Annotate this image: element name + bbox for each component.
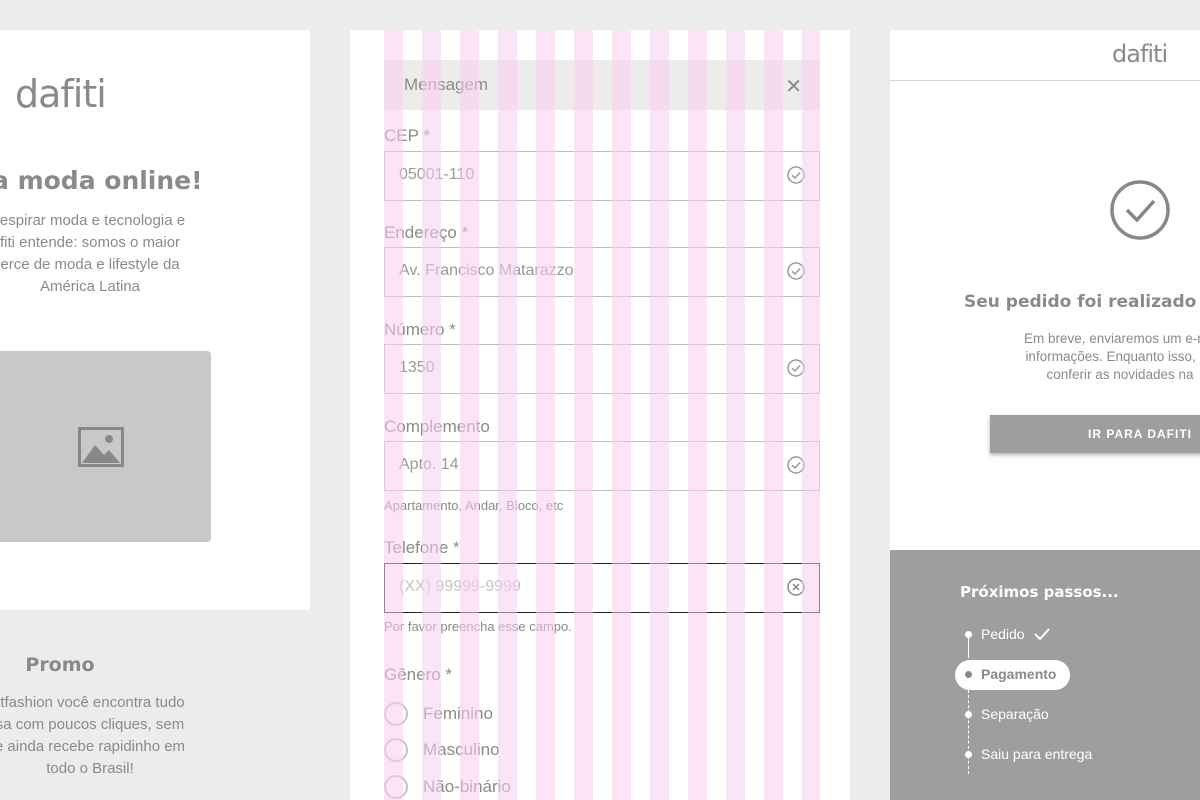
step-separacao: Separação (981, 706, 1049, 722)
complemento-value: Apto. 14 (399, 456, 459, 473)
endereco-value: Av. Francisco Matarazzo (399, 262, 574, 279)
text-line: América Latina (39, 278, 141, 295)
order-confirmation-panel: dafiti Seu pedido foi realizado co Em br… (890, 30, 1200, 800)
cep-value: 05001-110 (399, 166, 475, 183)
headline: a moda online! (0, 166, 203, 195)
step-pagamento-active: Pagamento (955, 660, 1070, 690)
text-line: rtfashion você encontra tudo (0, 694, 185, 711)
complemento-label: Complemento (384, 417, 490, 436)
error-circle-icon[interactable] (787, 578, 805, 596)
telefone-label: Telefone * (384, 538, 460, 557)
step-label: Separação (981, 706, 1049, 722)
promo-lines: rtfashion você encontra tudo sa com pouco… (0, 692, 220, 780)
endereco-field[interactable]: Av. Francisco Matarazzo (384, 247, 820, 297)
step-dot (965, 671, 972, 678)
header: dafiti (890, 30, 1200, 81)
promo-description: rtfashion você encontra tudo sa com pouco… (0, 692, 220, 780)
close-icon[interactable]: ✕ (785, 74, 802, 99)
address-form-panel: Mensagem ✕ CEP * 05001-110 Endereço * Av… (350, 30, 850, 800)
message-text: Mensagem (404, 75, 489, 94)
button-label: IR PARA DAFITI (1088, 427, 1192, 441)
text-line: conferir as novidades na (1046, 367, 1194, 382)
numero-value: 1350 (399, 359, 435, 376)
radio-label: Não-binário (423, 777, 511, 796)
dafiti-logo[interactable]: dafiti (15, 72, 107, 116)
image-placeholder (0, 351, 211, 542)
radio-feminino[interactable]: Feminino (384, 702, 493, 726)
message-banner: Mensagem ✕ (384, 60, 820, 110)
radio-nao-binario[interactable]: Não-binário (384, 775, 511, 799)
step-connector-dashed (968, 690, 970, 774)
step-pedido: Pedido (981, 626, 1051, 642)
next-steps-title: Próximos passos... (960, 583, 1119, 601)
description-text: respirar moda e tecnologia e fiti entende… (0, 210, 220, 298)
check-icon (1034, 628, 1051, 641)
next-steps-section: Próximos passos... Pedido Pagamento Sepa… (890, 550, 1200, 800)
radio-circle[interactable] (384, 702, 408, 726)
numero-field[interactable]: 1350 (384, 344, 820, 394)
complemento-help: Apartamento, Andar, Bloco, etc (384, 498, 564, 513)
step-label: Pedido (981, 626, 1025, 642)
radio-masculino[interactable]: Masculino (384, 738, 500, 762)
description-lines: respirar moda e tecnologia e fiti entende… (0, 210, 220, 298)
cep-label: CEP * (384, 126, 430, 145)
text-line: erce de moda e lifestyle da (0, 256, 180, 273)
radio-circle[interactable] (384, 738, 408, 762)
check-circle-icon (787, 166, 805, 184)
radio-label: Feminino (423, 704, 493, 723)
check-circle-icon (787, 456, 805, 474)
genero-label: Gênero * (384, 665, 453, 684)
promo-title: Promo (25, 654, 95, 676)
telefone-placeholder: (XX) 99999-9999 (399, 578, 521, 595)
success-check-icon (1110, 180, 1170, 240)
numero-label: Número * (384, 320, 456, 339)
image-icon (77, 426, 124, 467)
landing-panel: dafiti a moda online! respirar moda e te… (0, 30, 310, 800)
confirmation-message: Em breve, enviaremos um e-ma informações.… (990, 330, 1200, 384)
message-lines: Em breve, enviaremos um e-ma informações.… (990, 330, 1200, 384)
step-saiu-entrega: Saiu para entrega (981, 746, 1092, 762)
step-dot (965, 631, 972, 638)
text-line: fiti entende: somos o maior (0, 234, 181, 251)
promo-section: Promo rtfashion você encontra tudo sa com… (0, 610, 310, 800)
radio-label: Masculino (423, 740, 500, 759)
step-dot (965, 751, 972, 758)
telefone-field[interactable]: (XX) 99999-9999 (384, 563, 820, 613)
text-line: sa com poucos cliques, sem (0, 716, 185, 733)
text-line: Em breve, enviaremos um e-ma (1023, 331, 1200, 346)
text-line: e ainda recebe rapidinho em (0, 738, 186, 755)
complemento-field[interactable]: Apto. 14 (384, 441, 820, 491)
cep-field[interactable]: 05001-110 (384, 151, 820, 201)
text-line: todo o Brasil! (46, 760, 134, 777)
radio-circle[interactable] (384, 775, 408, 799)
telefone-error-text: Por favor preencha esse campo. (384, 619, 572, 634)
check-circle-icon (787, 262, 805, 280)
step-label: Saiu para entrega (981, 746, 1093, 762)
text-line: informações. Enquanto isso, ap (1025, 349, 1200, 364)
endereco-label: Endereço * (384, 223, 469, 242)
go-to-dafiti-button[interactable]: IR PARA DAFITI (990, 415, 1200, 453)
dafiti-logo[interactable]: dafiti (1112, 40, 1168, 68)
check-circle-icon (787, 359, 805, 377)
step-dot (965, 711, 972, 718)
confirmation-title: Seu pedido foi realizado co (964, 292, 1200, 312)
text-line: respirar moda e tecnologia e (0, 212, 186, 229)
step-label: Pagamento (981, 666, 1057, 682)
